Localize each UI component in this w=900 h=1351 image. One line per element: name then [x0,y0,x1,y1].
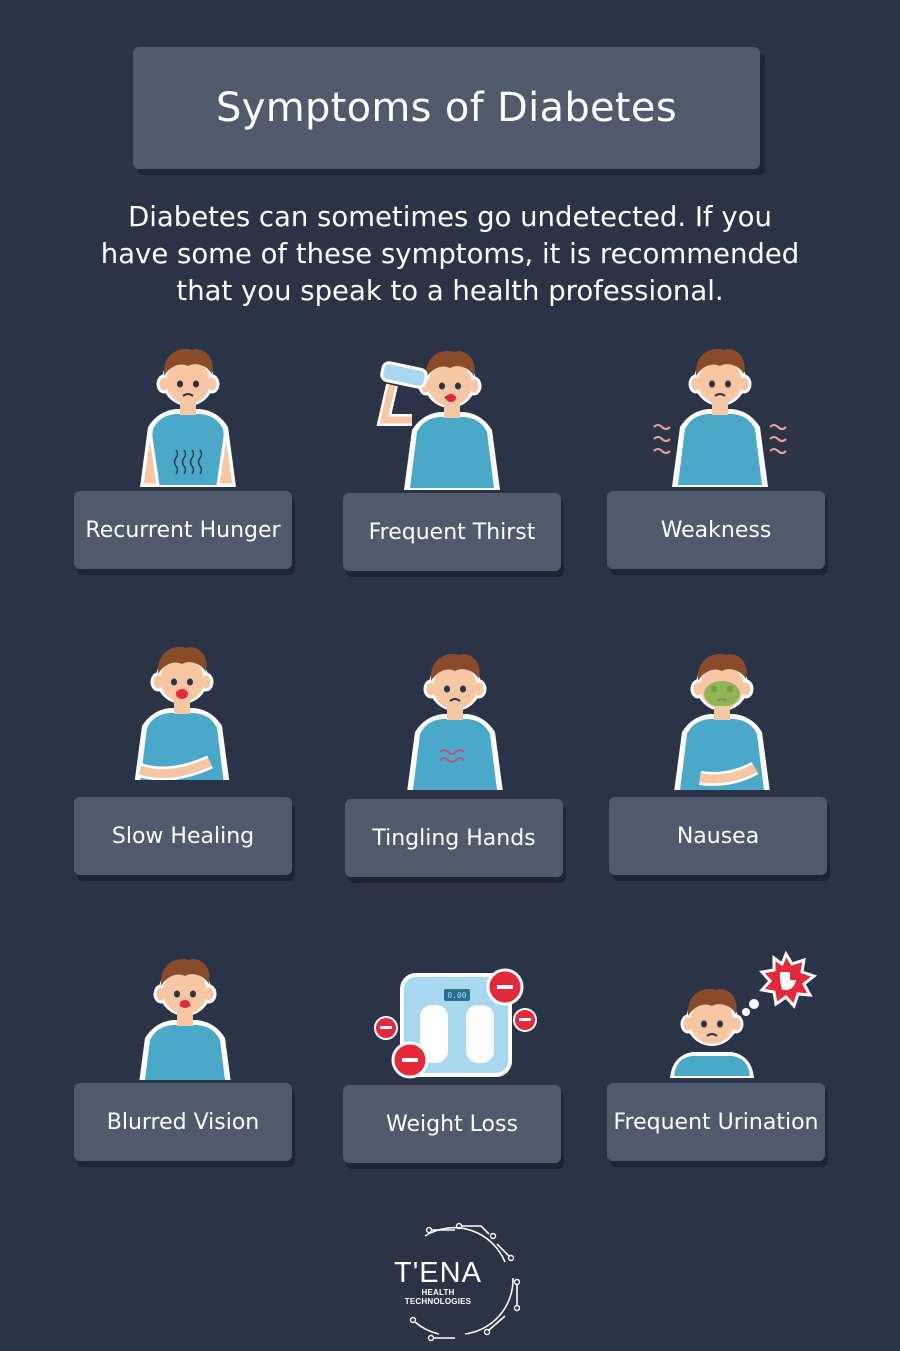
brand-tagline: HEALTH TECHNOLOGIES [404,1288,472,1306]
intro-text: Diabetes can sometimes go undetected. If… [100,201,800,307]
brand-logo: T'ENA HEALTH TECHNOLOGIES [388,1258,488,1306]
nauseous-person-icon [674,652,770,790]
scale-display: 0.00 [447,991,466,1000]
crying-person-icon [137,957,233,1080]
pained-person-icon [134,645,230,780]
symptom-label-nausea: Nausea [609,797,827,875]
symptom-label-weakness: Weakness [607,491,825,569]
symptom-label-recurrent-hunger: Recurrent Hunger [74,491,292,569]
tingling-chest-person-icon [407,652,503,790]
symptom-label-frequent-thirst: Frequent Thirst [343,493,561,571]
symptom-label-weight-loss: Weight Loss [343,1085,561,1163]
toilet-thought-person-icon [670,950,818,1078]
weak-shivering-person-icon [653,347,787,487]
hungry-person-icon [140,347,236,487]
symptom-label-blurred-vision: Blurred Vision [74,1083,292,1161]
page-title: Symptoms of Diabetes [216,85,677,131]
title-panel: Symptoms of Diabetes [133,47,760,169]
weight-scale-icon: 0.00 [374,968,537,1079]
drinking-person-icon [376,349,500,490]
symptom-label-slow-healing: Slow Healing [74,797,292,875]
symptom-label-tingling-hands: Tingling Hands [345,799,563,877]
symptom-label-frequent-urination: Frequent Urination [607,1083,825,1161]
brand-name: T'ENA [394,1257,482,1289]
